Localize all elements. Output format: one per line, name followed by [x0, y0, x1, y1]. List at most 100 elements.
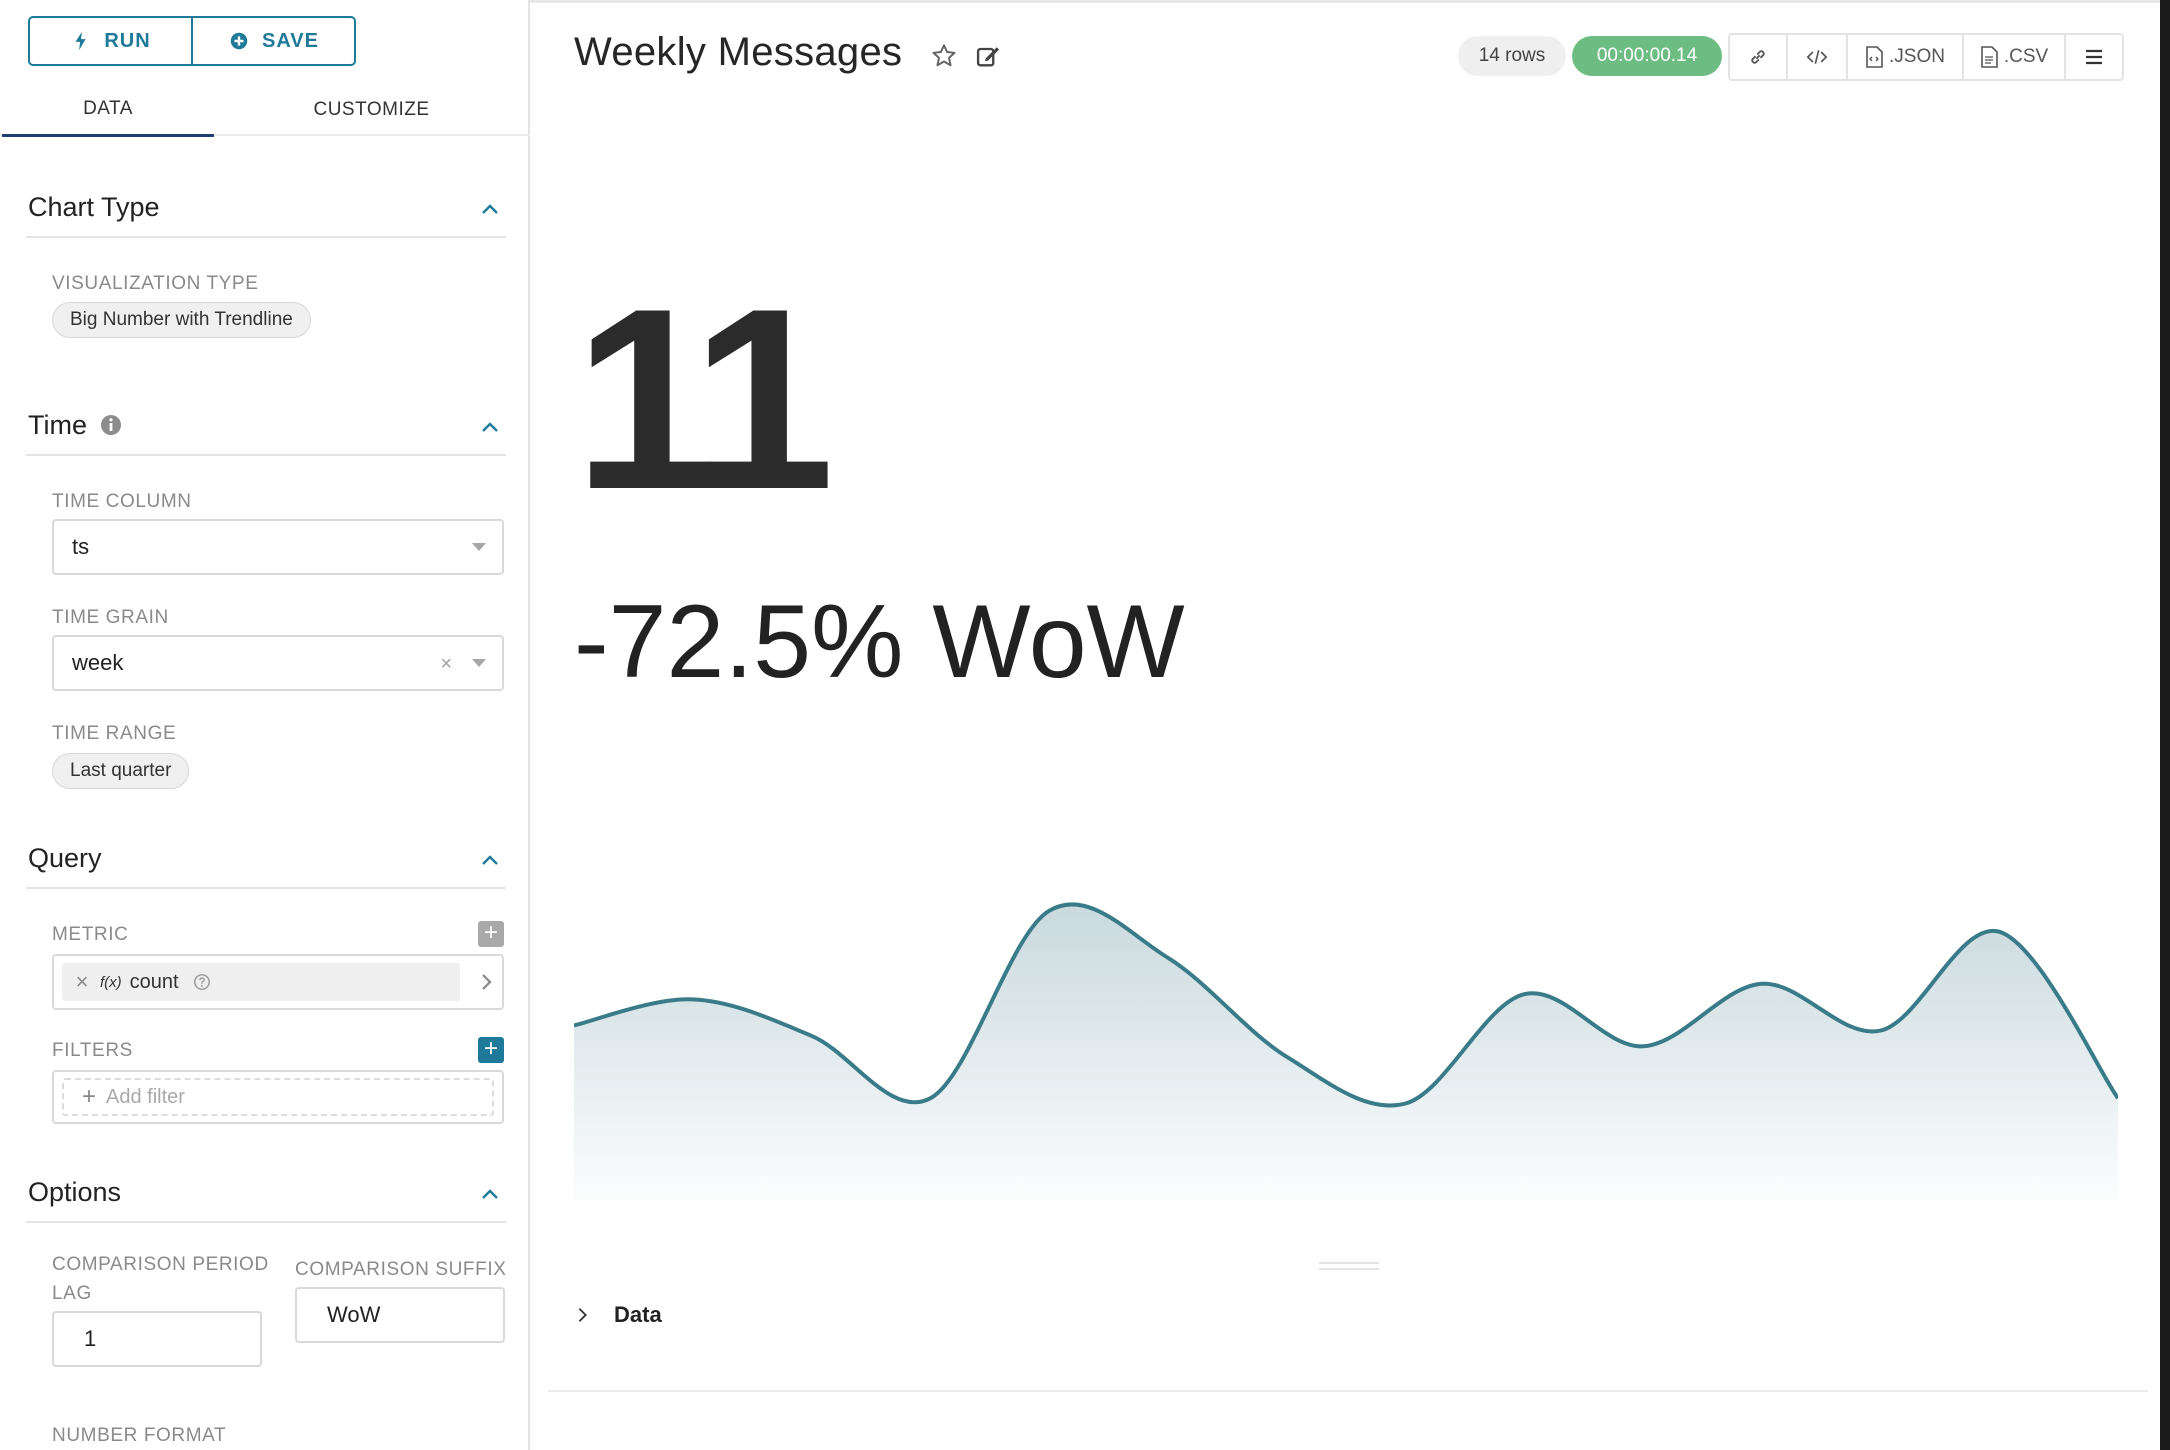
trend-point-2[interactable] [690, 996, 696, 1002]
trend-point-7[interactable] [1284, 1054, 1290, 1060]
data-panel-label: Data [614, 1302, 662, 1327]
more-menu-button[interactable] [2066, 35, 2122, 79]
json-label: .JSON [1889, 46, 1945, 67]
chevron-up-icon[interactable] [478, 415, 502, 439]
bottom-divider [548, 1390, 2148, 1392]
metric-tag[interactable]: × f(x) count [62, 963, 460, 1001]
add-filter-label: Add filter [106, 1085, 185, 1108]
time-grain-select[interactable]: week × [52, 635, 504, 691]
section-divider [26, 454, 506, 456]
big-number-value: 11 [574, 254, 835, 543]
data-panel-toggle[interactable]: Data [574, 1302, 662, 1328]
tab-customize[interactable]: CUSTOMIZE [264, 84, 479, 136]
tab-data[interactable]: DATA [2, 84, 214, 137]
csv-label: .CSV [2003, 46, 2049, 67]
row-count-badge: 14 rows [1458, 36, 1566, 76]
chart-actions: .JSON .CSV [1728, 33, 2124, 81]
trendline-chart [574, 902, 2118, 1202]
edit-icon[interactable] [974, 42, 1002, 70]
section-divider [26, 1221, 506, 1223]
info-icon[interactable] [99, 413, 123, 437]
caret-down-icon [472, 659, 486, 667]
time-grain-label: TIME GRAIN [52, 607, 169, 628]
time-title-text: Time [28, 410, 87, 440]
export-json-button[interactable]: .JSON [1848, 35, 1964, 79]
bolt-icon [75, 31, 86, 51]
chevron-up-icon[interactable] [478, 197, 502, 221]
remove-metric-icon[interactable]: × [62, 969, 102, 995]
filters-label: FILTERS [52, 1040, 133, 1061]
time-grain-value: week [72, 650, 124, 675]
time-column-value: ts [72, 534, 90, 559]
clear-icon[interactable]: × [440, 653, 452, 676]
metric-control[interactable]: × f(x) count [52, 954, 504, 1010]
resize-handle[interactable] [1319, 1262, 1379, 1270]
section-title-chart-type[interactable]: Chart Type [28, 192, 160, 223]
section-divider [26, 887, 506, 889]
run-label: RUN [104, 29, 151, 52]
add-filter-button[interactable]: + Add filter [62, 1078, 494, 1116]
section-title-time[interactable]: Time [28, 410, 123, 441]
viz-type-label: VISUALIZATION TYPE [52, 273, 259, 294]
file-code-icon [1866, 46, 1883, 68]
copy-link-button[interactable] [1730, 35, 1788, 79]
chevron-up-icon[interactable] [478, 848, 502, 872]
trend-point-3[interactable] [809, 1033, 815, 1039]
time-range-label: TIME RANGE [52, 723, 177, 744]
export-csv-button[interactable]: .CSV [1964, 35, 2066, 79]
time-column-label: TIME COLUMN [52, 491, 192, 512]
chart-title[interactable]: Weekly Messages [574, 30, 902, 75]
section-title-options[interactable]: Options [28, 1177, 121, 1208]
plus-icon: + [82, 1083, 97, 1110]
caret-down-icon [472, 543, 486, 551]
chevron-right-icon [578, 1308, 587, 1322]
section-divider [26, 236, 506, 238]
trend-point-4[interactable] [927, 1095, 933, 1101]
comparison-suffix-input[interactable]: WoW [295, 1287, 505, 1343]
time-range-select[interactable]: Last quarter [52, 753, 190, 789]
number-format-label: NUMBER FORMAT [52, 1425, 227, 1446]
trend-point-12[interactable] [1878, 1028, 1884, 1034]
trend-point-11[interactable] [1759, 981, 1765, 987]
viz-type-select[interactable]: Big Number with Trendline [52, 302, 311, 338]
comparison-lag-label: COMPARISON PERIOD [52, 1254, 269, 1275]
comparison-lag-label-2: LAG [52, 1283, 92, 1304]
comparison-lag-input[interactable]: 1 [52, 1311, 262, 1367]
link-icon [1751, 50, 1765, 64]
run-save-group: RUN SAVE [28, 16, 356, 66]
big-number-subheader: -72.5% WoW [574, 584, 1185, 700]
comparison-suffix-label: COMPARISON SUFFIX [295, 1259, 507, 1280]
trend-point-10[interactable] [1640, 1043, 1646, 1049]
plus-circle-icon [230, 32, 248, 50]
embed-code-button[interactable] [1788, 35, 1848, 79]
control-panel: RUN SAVE DATA CUSTOMIZE Chart Type VISUA… [0, 0, 530, 1450]
trend-area [574, 904, 2118, 1202]
file-icon [1981, 46, 1998, 68]
panel-tabs: DATA CUSTOMIZE [0, 84, 530, 137]
help-icon[interactable] [193, 973, 211, 991]
chart-panel: Weekly Messages 14 rows 00:00:00.14 .JSO… [530, 0, 2170, 1450]
trend-point-8[interactable] [1402, 1101, 1408, 1107]
chevron-right-icon[interactable] [474, 970, 498, 994]
star-icon[interactable] [930, 42, 958, 70]
metric-fx: f(x) [100, 973, 122, 991]
run-button[interactable]: RUN [30, 18, 191, 64]
time-column-select[interactable]: ts [52, 519, 504, 575]
filters-control: + Add filter [52, 1070, 504, 1124]
save-button[interactable]: SAVE [191, 18, 354, 64]
top-divider [530, 0, 2160, 3]
trend-point-13[interactable] [1996, 929, 2002, 935]
trend-point-6[interactable] [1165, 955, 1171, 961]
trend-point-9[interactable] [1521, 991, 1527, 997]
section-title-query[interactable]: Query [28, 843, 102, 874]
window-edge [2160, 0, 2170, 1450]
add-filter-button[interactable]: + [478, 1037, 504, 1063]
add-metric-button[interactable]: + [478, 921, 504, 947]
query-duration-badge: 00:00:00.14 [1572, 36, 1722, 76]
metric-label: METRIC [52, 924, 129, 945]
metric-value: count [129, 970, 179, 993]
chevron-up-icon[interactable] [478, 1182, 502, 1206]
hamburger-menu-icon [2086, 49, 2102, 65]
save-label: SAVE [262, 29, 319, 52]
trend-point-5[interactable] [1046, 908, 1052, 914]
